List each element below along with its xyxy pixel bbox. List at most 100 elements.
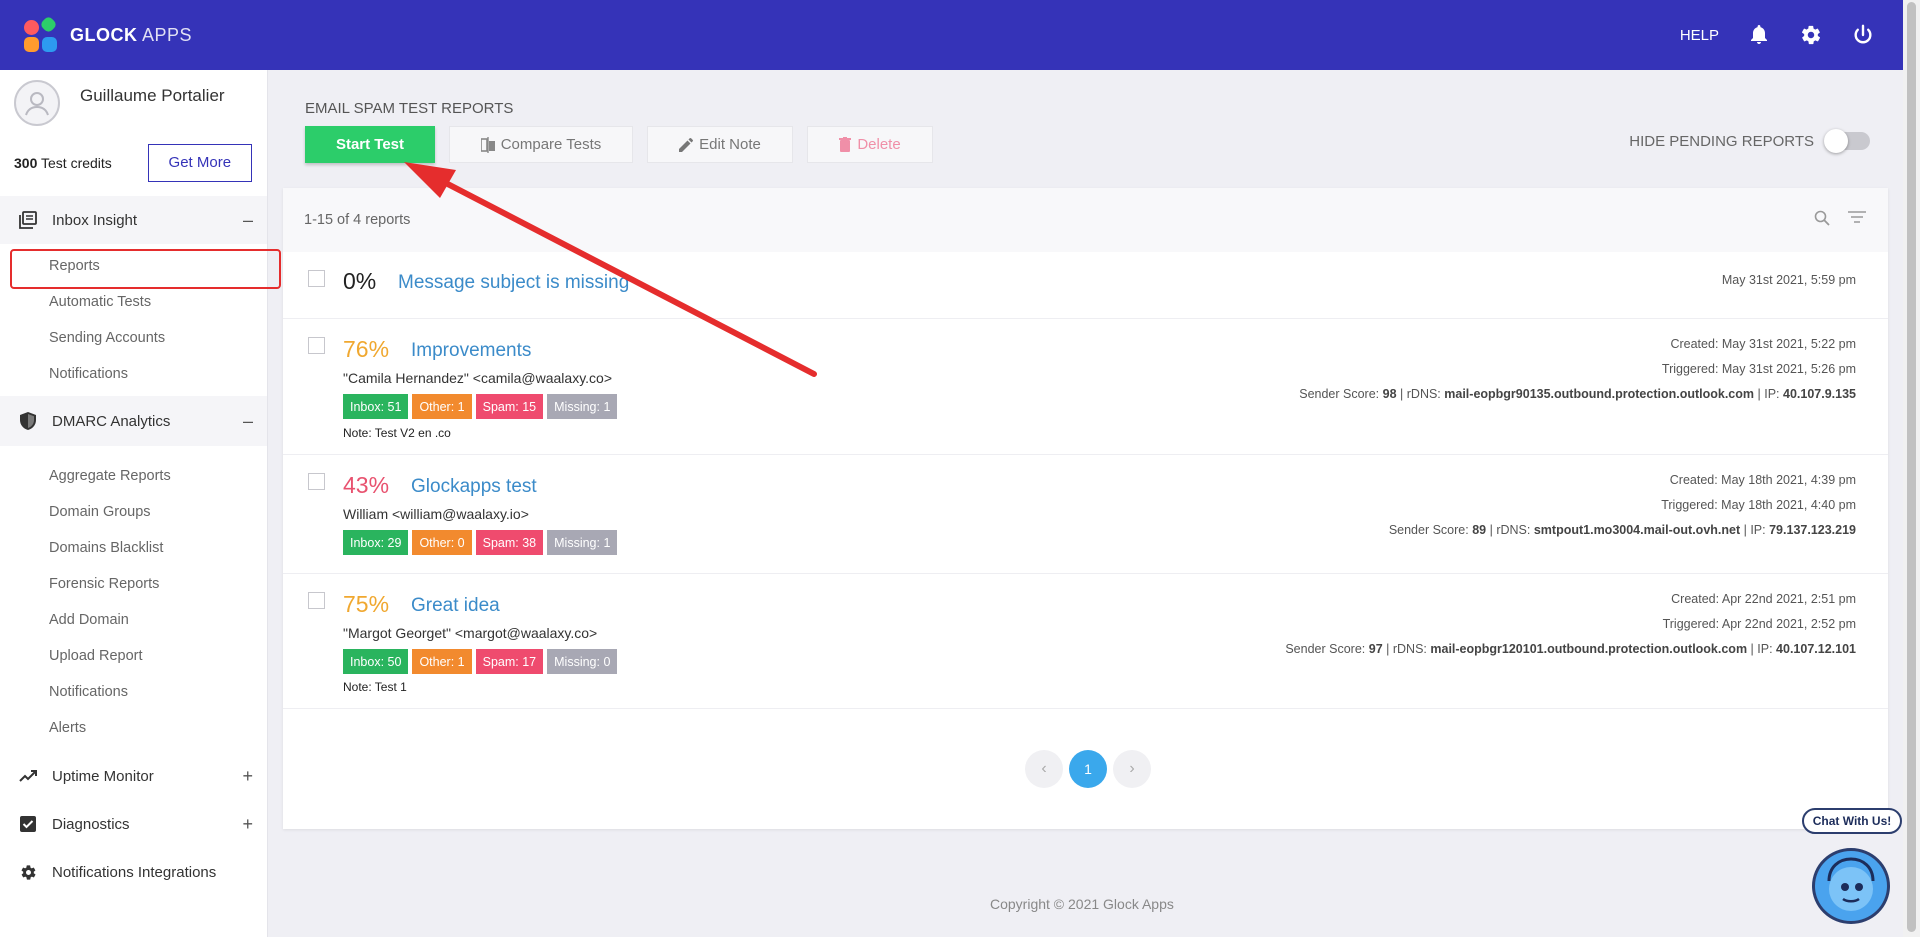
footer-copyright: Copyright © 2021 Glock Apps [990, 896, 1174, 912]
chat-widget-icon[interactable] [1812, 848, 1890, 924]
sidebar-item-aggregate-reports[interactable]: Aggregate Reports [0, 458, 267, 494]
score-percentage: 43% [343, 472, 390, 498]
hide-pending-reports: HIDE PENDING REPORTS [1629, 129, 1870, 153]
other-badge: Other: 1 [412, 394, 472, 419]
filter-sort-icon[interactable] [1848, 210, 1866, 230]
shield-icon [18, 411, 38, 431]
sidebar-item-forensic-reports[interactable]: Forensic Reports [0, 566, 267, 602]
sidebar-item-automatic-tests[interactable]: Automatic Tests [0, 284, 267, 320]
bell-icon[interactable] [1747, 23, 1771, 47]
row-checkbox[interactable] [308, 337, 325, 354]
compare-tests-button[interactable]: Compare Tests [449, 126, 633, 163]
missing-badge: Missing: 1 [547, 394, 618, 419]
power-icon[interactable] [1851, 23, 1875, 47]
report-subject-link[interactable]: Great idea [411, 595, 500, 617]
user-profile: Guillaume Portalier [0, 70, 267, 135]
start-test-button[interactable]: Start Test [305, 126, 435, 163]
sidebar-item-reports[interactable]: Reports [0, 248, 281, 289]
sidebar-item-sending-accounts[interactable]: Sending Accounts [0, 320, 267, 356]
spam-badge: Spam: 17 [475, 649, 544, 674]
report-row[interactable]: 75% Great idea "Margot Georget" <margot@… [283, 574, 1888, 709]
trending-up-icon [18, 766, 38, 786]
report-meta: Created: May 31st 2021, 5:22 pm Triggere… [1299, 332, 1856, 407]
page-title: EMAIL SPAM TEST REPORTS [305, 100, 514, 117]
report-row[interactable]: 43% Glockapps test William <william@waal… [283, 455, 1888, 574]
missing-badge: Missing: 1 [547, 530, 618, 555]
avatar[interactable] [14, 79, 60, 126]
expand-toggle[interactable]: + [242, 766, 253, 787]
nav-section-dmarc-analytics[interactable]: DMARC Analytics – [0, 396, 267, 446]
score-percentage: 75% [343, 591, 390, 617]
nav-section-label: Diagnostics [52, 815, 130, 833]
triggered-date: Triggered: May 31st 2021, 5:26 pm [1661, 362, 1856, 376]
missing-badge: Missing: 0 [547, 649, 618, 674]
report-subject-link[interactable]: Glockapps test [411, 476, 537, 498]
report-actions: Start Test Compare Tests Edit Note Delet… [305, 126, 933, 163]
row-checkbox[interactable] [308, 592, 325, 609]
nav-section-diagnostics[interactable]: Diagnostics + [0, 800, 267, 848]
created-date: Created: Apr 22nd 2021, 2:51 pm [1671, 592, 1856, 606]
report-row[interactable]: 76% Improvements "Camila Hernandez" <cam… [283, 319, 1888, 455]
sidebar-item-alerts[interactable]: Alerts [0, 710, 267, 746]
compare-icon [480, 136, 495, 153]
get-more-button[interactable]: Get More [147, 143, 252, 182]
edit-note-button[interactable]: Edit Note [647, 126, 793, 163]
nav-section-label: Uptime Monitor [52, 767, 154, 785]
sidebar-item-upload-report[interactable]: Upload Report [0, 638, 267, 674]
score-percentage: 0% [343, 268, 377, 294]
sidebar: Guillaume Portalier 300 Test credits Get… [0, 70, 281, 937]
triggered-date: Triggered: Apr 22nd 2021, 2:52 pm [1662, 617, 1856, 631]
row-checkbox[interactable] [308, 473, 325, 490]
placement-badges: Inbox: 50 Other: 1 Spam: 17 Missing: 0 [343, 649, 618, 674]
search-icon[interactable] [1814, 210, 1830, 230]
report-row[interactable]: 0% Message subject is missing May 31st 2… [283, 252, 1888, 319]
sender-info: Sender Score: 97 | rDNS: mail-eopbgr1201… [1285, 642, 1856, 656]
delete-button[interactable]: Delete [807, 126, 933, 163]
created-date: Created: May 31st 2021, 5:22 pm [1670, 337, 1856, 351]
nav-section-uptime-monitor[interactable]: Uptime Monitor + [0, 752, 267, 800]
report-subject-link[interactable]: Improvements [411, 340, 531, 362]
scrollbar-thumb[interactable] [1907, 2, 1916, 932]
collapse-toggle[interactable]: – [243, 210, 253, 231]
sidebar-item-add-domain[interactable]: Add Domain [0, 602, 267, 638]
nav-section-inbox-insight[interactable]: Inbox Insight – [0, 196, 267, 244]
sender-address: William <william@waalaxy.io> [343, 506, 529, 522]
sidebar-item-dmarc-notifications[interactable]: Notifications [0, 674, 267, 710]
nav-section-notifications-integrations[interactable]: Notifications Integrations [0, 848, 267, 896]
prev-page-button[interactable]: ‹ [1025, 750, 1063, 788]
page-scrollbar[interactable] [1903, 0, 1920, 937]
report-note: Note: Test 1 [343, 680, 407, 694]
help-link[interactable]: HELP [1680, 27, 1719, 44]
spam-badge: Spam: 15 [475, 394, 544, 419]
trash-icon [839, 137, 852, 152]
nav-section-label: Notifications Integrations [52, 863, 217, 881]
row-checkbox[interactable] [308, 270, 325, 287]
app-logo[interactable]: GLOCK APPS [24, 15, 192, 52]
next-page-button[interactable]: › [1113, 750, 1151, 788]
hide-pending-toggle[interactable] [1824, 129, 1870, 153]
collapse-toggle[interactable]: – [243, 411, 253, 432]
sidebar-item-notifications[interactable]: Notifications [0, 356, 267, 392]
sidebar-item-domains-blacklist[interactable]: Domains Blacklist [0, 530, 267, 566]
placement-badges: Inbox: 51 Other: 1 Spam: 15 Missing: 1 [343, 394, 618, 419]
sidebar-item-domain-groups[interactable]: Domain Groups [0, 494, 267, 530]
other-badge: Other: 0 [412, 530, 472, 555]
report-date: May 31st 2021, 5:59 pm [1721, 273, 1856, 287]
other-badge: Other: 1 [412, 649, 472, 674]
inbox-badge: Inbox: 50 [343, 649, 409, 674]
inbox-insight-icon [18, 210, 38, 230]
hide-pending-label: HIDE PENDING REPORTS [1629, 132, 1814, 150]
expand-toggle[interactable]: + [242, 814, 253, 835]
chat-with-us-bubble[interactable]: Chat With Us! [1802, 808, 1902, 834]
gear-icon[interactable] [1799, 23, 1823, 47]
report-subject-link[interactable]: Message subject is missing [398, 272, 629, 294]
checkbox-icon [18, 814, 38, 834]
top-bar: GLOCK APPS HELP [0, 0, 1903, 70]
report-note: Note: Test V2 en .co [343, 426, 451, 440]
user-name: Guillaume Portalier [80, 85, 225, 105]
score-percentage: 76% [343, 336, 390, 362]
pencil-icon [679, 137, 694, 152]
pagination: ‹ 1 › [1025, 750, 1151, 788]
test-credits: 300 Test credits [14, 154, 112, 171]
page-1-button[interactable]: 1 [1069, 750, 1107, 788]
